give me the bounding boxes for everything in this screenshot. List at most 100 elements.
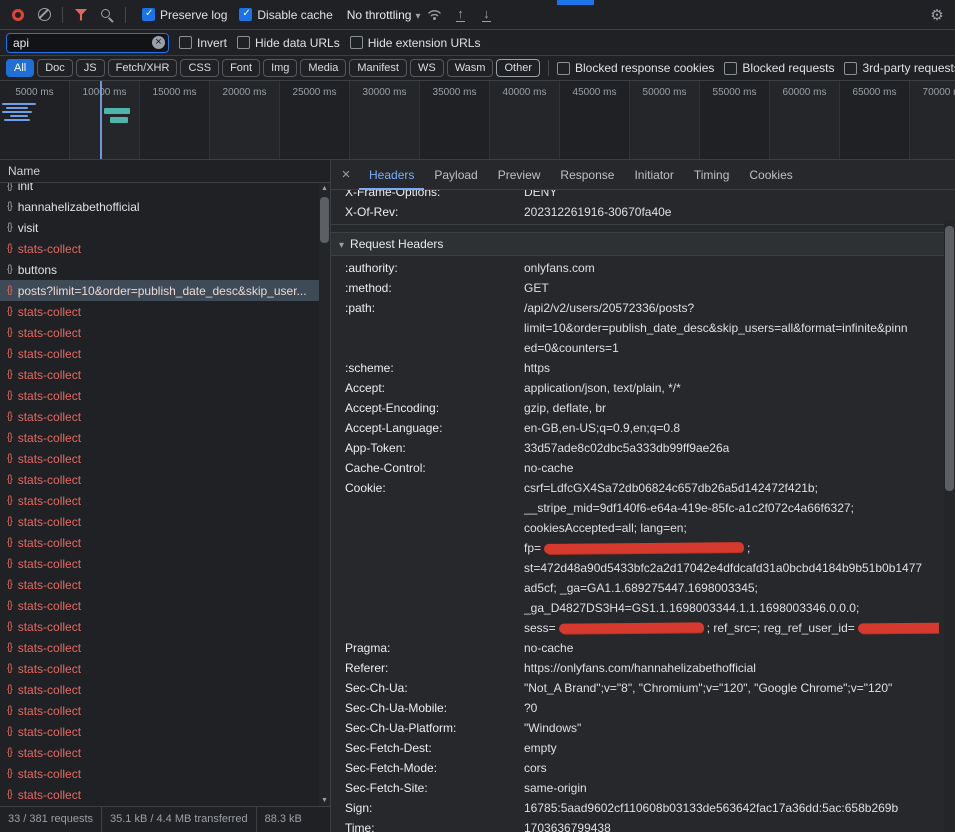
request-row[interactable]: stats-collect: [0, 406, 330, 427]
search-button[interactable]: [95, 3, 119, 27]
type-filter-fetch-xhr[interactable]: Fetch/XHR: [108, 59, 178, 77]
type-filter-img[interactable]: Img: [263, 59, 297, 77]
waterfall-bar: [6, 107, 28, 109]
request-row[interactable]: stats-collect: [0, 490, 330, 511]
header-value-text: application/json, text/plain, */*: [524, 381, 681, 395]
scrollbar-thumb[interactable]: [945, 226, 954, 491]
blocked-requests-checkbox[interactable]: Blocked requests: [724, 61, 834, 75]
type-filter-doc[interactable]: Doc: [37, 59, 73, 77]
request-row[interactable]: buttons: [0, 259, 330, 280]
tab-timing[interactable]: Timing: [684, 160, 740, 190]
search-icon: [101, 9, 110, 18]
type-filter-wasm[interactable]: Wasm: [447, 59, 494, 77]
request-row[interactable]: stats-collect: [0, 511, 330, 532]
request-row[interactable]: stats-collect: [0, 721, 330, 742]
header-row: Accept:application/json, text/plain, */*: [331, 378, 955, 398]
request-row[interactable]: posts?limit=10&order=publish_date_desc&s…: [0, 280, 330, 301]
scroll-up-icon[interactable]: [319, 185, 330, 192]
request-header-rows: :authority:onlyfans.com:method:GET:path:…: [331, 256, 955, 832]
import-har-button[interactable]: [448, 3, 472, 27]
redaction-scribble: [858, 623, 939, 634]
clear-filter-icon[interactable]: [152, 36, 165, 49]
request-row[interactable]: stats-collect: [0, 595, 330, 616]
request-row[interactable]: stats-collect: [0, 448, 330, 469]
request-row[interactable]: stats-collect: [0, 469, 330, 490]
header-value-text: no-cache: [524, 461, 573, 475]
timeline-overview[interactable]: 5000 ms10000 ms15000 ms20000 ms25000 ms3…: [0, 81, 955, 160]
filter-toggle-button[interactable]: [69, 3, 93, 27]
throttling-select[interactable]: No throttling: [347, 8, 421, 22]
close-details-button[interactable]: [333, 166, 359, 183]
invert-checkbox[interactable]: Invert: [179, 36, 227, 50]
request-name: stats-collect: [18, 515, 97, 529]
filter-input-wrap: [6, 33, 169, 53]
request-row[interactable]: stats-collect: [0, 322, 330, 343]
request-row[interactable]: stats-collect: [0, 385, 330, 406]
name-column-header[interactable]: Name: [0, 160, 330, 183]
type-filter-all[interactable]: All: [6, 59, 34, 77]
clear-network-log-button[interactable]: [32, 3, 56, 27]
request-name: visit: [18, 221, 55, 235]
tab-headers[interactable]: Headers: [359, 160, 424, 190]
request-row[interactable]: init: [0, 183, 330, 196]
request-row[interactable]: stats-collect: [0, 679, 330, 700]
tab-payload[interactable]: Payload: [424, 160, 487, 190]
network-conditions-button[interactable]: [422, 3, 446, 27]
settings-button[interactable]: [925, 3, 949, 27]
details-scrollbar[interactable]: [944, 220, 955, 832]
request-row[interactable]: stats-collect: [0, 301, 330, 322]
request-list-scrollbar[interactable]: [319, 183, 330, 806]
header-value: gzip, deflate, br: [524, 398, 955, 418]
request-headers-section[interactable]: Request Headers: [331, 232, 955, 256]
type-filter-media[interactable]: Media: [300, 59, 346, 77]
request-row[interactable]: visit: [0, 217, 330, 238]
request-row[interactable]: stats-collect: [0, 343, 330, 364]
request-row[interactable]: stats-collect: [0, 784, 330, 805]
request-row[interactable]: stats-collect: [0, 364, 330, 385]
export-har-button[interactable]: [474, 3, 498, 27]
request-row[interactable]: hannahelizabethofficial: [0, 196, 330, 217]
braces-icon: [7, 663, 12, 674]
type-filter-font[interactable]: Font: [222, 59, 260, 77]
type-filter-other[interactable]: Other: [496, 59, 540, 77]
tab-cookies[interactable]: Cookies: [739, 160, 802, 190]
tab-initiator[interactable]: Initiator: [624, 160, 683, 190]
header-value-text: empty: [524, 741, 557, 755]
request-row[interactable]: stats-collect: [0, 742, 330, 763]
disable-cache-checkbox[interactable]: Disable cache: [239, 8, 332, 22]
header-row: Sec-Ch-Ua:"Not_A Brand";v="8", "Chromium…: [331, 678, 955, 698]
type-filter-css[interactable]: CSS: [180, 59, 219, 77]
request-row[interactable]: stats-collect: [0, 763, 330, 784]
request-row[interactable]: stats-collect: [0, 574, 330, 595]
chips-divider: [548, 60, 549, 76]
checkbox-unchecked-icon: [350, 36, 363, 49]
blocked-response-cookies-checkbox[interactable]: Blocked response cookies: [557, 61, 714, 75]
request-details-panel: HeadersPayloadPreviewResponseInitiatorTi…: [331, 160, 955, 832]
header-row: Pragma:no-cache: [331, 638, 955, 658]
type-filter-js[interactable]: JS: [76, 59, 105, 77]
request-row[interactable]: stats-collect: [0, 637, 330, 658]
hide-data-urls-checkbox[interactable]: Hide data URLs: [237, 36, 340, 50]
type-filter-manifest[interactable]: Manifest: [349, 59, 407, 77]
header-value: 33d57ade8c02dbc5a333db99ff9ae26a: [524, 438, 955, 458]
checkbox-checked-icon: [239, 8, 252, 21]
request-row[interactable]: stats-collect: [0, 658, 330, 679]
preserve-log-checkbox[interactable]: Preserve log: [142, 8, 227, 22]
third-party-requests-checkbox[interactable]: 3rd-party requests: [844, 61, 955, 75]
request-row[interactable]: stats-collect: [0, 616, 330, 637]
tab-preview[interactable]: Preview: [488, 160, 551, 190]
header-row: X-Frame-Options:DENY: [331, 190, 955, 202]
tab-response[interactable]: Response: [550, 160, 624, 190]
request-row[interactable]: stats-collect: [0, 553, 330, 574]
request-row[interactable]: stats-collect: [0, 532, 330, 553]
record-button[interactable]: [6, 3, 30, 27]
request-row[interactable]: stats-collect: [0, 700, 330, 721]
request-row[interactable]: stats-collect: [0, 238, 330, 259]
scroll-down-icon[interactable]: [319, 797, 330, 804]
filter-input[interactable]: [6, 33, 169, 53]
scrollbar-thumb[interactable]: [320, 197, 329, 243]
request-row[interactable]: stats-collect: [0, 427, 330, 448]
hide-extension-urls-checkbox[interactable]: Hide extension URLs: [350, 36, 481, 50]
header-value-text: ed=0&counters=1: [524, 341, 619, 355]
type-filter-ws[interactable]: WS: [410, 59, 444, 77]
